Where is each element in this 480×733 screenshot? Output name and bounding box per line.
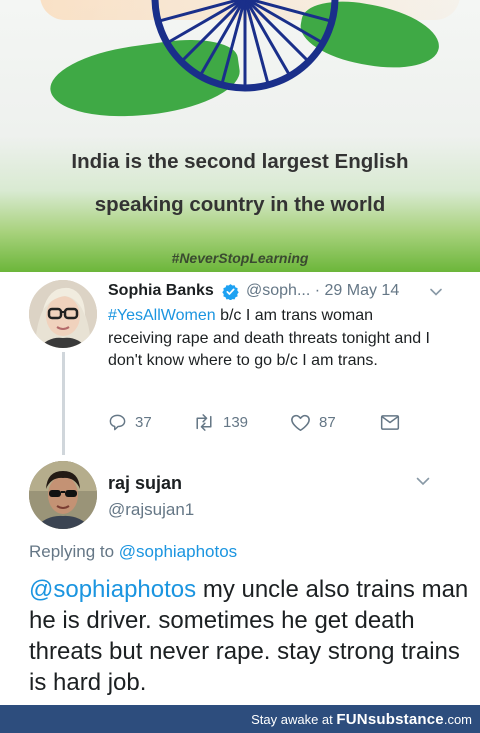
retweet-button[interactable]: 139 (193, 410, 248, 434)
tweet-text: #YesAllWomen b/c I am trans woman receiv… (108, 305, 438, 373)
reply-author-name[interactable]: raj sujan (108, 473, 182, 494)
avatar[interactable] (29, 461, 97, 529)
thread-connector-line (62, 352, 65, 455)
replying-to-line: Replying to @sophiaphotos (29, 542, 237, 562)
tweet-author-name[interactable]: Sophia Banks (108, 282, 214, 300)
banner-caption-line1: India is the second largest English (71, 150, 409, 173)
avatar-raj-image (29, 461, 97, 529)
tweet-author-handle[interactable]: @soph... (246, 282, 310, 299)
retweet-count: 139 (223, 413, 249, 431)
ashoka-chakra-icon (151, 0, 339, 92)
banner-hashtag: #NeverStopLearning (171, 250, 309, 266)
watermark-prefix: Stay awake at (251, 712, 337, 727)
reply-text: @sophiaphotos my uncle also trains man h… (29, 574, 469, 698)
replying-to-prefix: Replying to (29, 542, 119, 561)
avatar-sophia-image (29, 280, 97, 348)
reply-icon (109, 414, 126, 430)
chevron-down-icon[interactable] (415, 473, 431, 489)
tweet-action-bar: 37 139 87 (108, 410, 408, 434)
tweet-hashtag-link[interactable]: #YesAllWomen (108, 307, 216, 324)
like-count: 87 (319, 413, 336, 431)
like-heart-icon (291, 414, 310, 431)
watermark-text: Stay awake at FUNsubstance.com (251, 711, 472, 728)
tweet-date[interactable]: 29 May 14 (325, 282, 400, 299)
watermark-suffix: .com (443, 712, 472, 727)
reply-mention-link[interactable]: @sophiaphotos (29, 576, 196, 603)
verified-badge-icon (222, 284, 239, 300)
retweet-icon (196, 413, 212, 431)
watermark-footer: Stay awake at FUNsubstance.com (0, 705, 480, 733)
reply-author-handle[interactable]: @rajsujan1 (108, 500, 194, 520)
meta-separator: · (314, 282, 321, 299)
reply-button[interactable]: 37 (108, 410, 152, 434)
watermark-brand-rest: substance (367, 711, 444, 728)
like-button[interactable]: 87 (290, 410, 336, 434)
meme-banner-image: India is the second largest English spea… (0, 0, 480, 272)
watermark-brand-bold: FUN (336, 711, 368, 728)
banner-caption-line2: speaking country in the world (94, 193, 386, 216)
chevron-down-icon[interactable] (429, 285, 443, 299)
reply-count: 37 (135, 413, 152, 431)
tweet-author-handle-date[interactable]: @soph... · 29 May 14 (246, 282, 399, 300)
avatar[interactable] (29, 280, 97, 348)
replying-to-link[interactable]: @sophiaphotos (119, 542, 237, 561)
direct-message-button[interactable] (380, 410, 408, 434)
direct-message-icon (380, 414, 400, 430)
